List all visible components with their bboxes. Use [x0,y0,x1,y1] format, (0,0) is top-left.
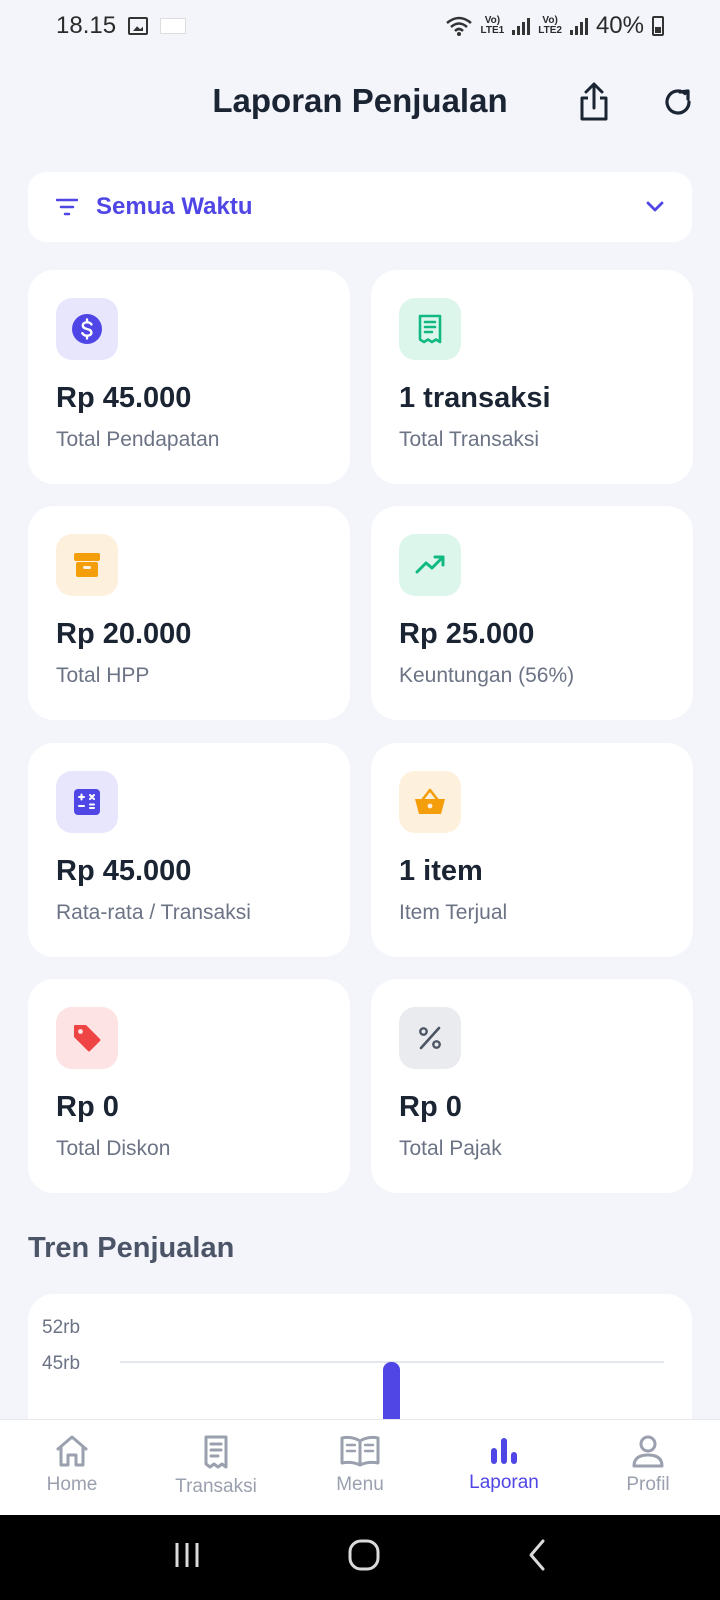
card-label: Total Pendapatan [56,428,220,451]
status-bar: 18.15 Vo) LTE1 Vo) LTE2 40% [0,0,720,52]
archive-icon [74,553,100,577]
card-label: Keuntungan (56%) [399,664,575,687]
y-tick-label: 52rb [42,1317,80,1338]
trend-section-title: Tren Penjualan [28,1232,235,1264]
tag-icon-box [56,1007,118,1069]
card-value: Rp 20.000 [56,618,192,650]
card-value: Rp 0 [399,1091,462,1123]
home-circle-icon [348,1539,380,1571]
card-label: Item Terjual [399,901,508,924]
sim1-network: Vo) LTE1 [480,15,505,36]
card-value: Rp 45.000 [56,855,192,887]
user-icon [632,1435,664,1468]
status-left: 18.15 [56,12,187,40]
card-value: Rp 0 [56,1091,119,1123]
home-icon [56,1435,88,1467]
card-label: Total Diskon [56,1137,171,1160]
card-rata-rata: Rp 45.000 Rata-rata / Transaksi [28,743,350,957]
receipt-icon-box [399,298,461,360]
share-button[interactable] [572,80,616,124]
card-value: Rp 25.000 [399,618,535,650]
system-home-button[interactable] [347,1538,381,1577]
refresh-button[interactable] [656,80,700,124]
dollar-icon-box [56,298,118,360]
card-label: Total Transaksi [399,428,540,451]
card-total-hpp: Rp 20.000 Total HPP [28,506,350,720]
archive-icon-box [56,534,118,596]
nav-item-home[interactable]: Home [0,1420,144,1515]
nav-item-laporan[interactable]: Laporan [432,1420,576,1515]
battery-level: 40% [595,12,644,39]
nav-item-transaksi[interactable]: Transaksi [144,1420,288,1515]
nav-item-profil[interactable]: Profil [576,1420,720,1515]
card-label: Rata-rata / Transaksi [56,901,251,924]
recents-icon [175,1543,199,1567]
sim2-network: Vo) LTE2 [538,15,562,36]
back-icon [529,1539,545,1571]
card-total-diskon: Rp 0 Total Diskon [28,979,350,1193]
card-label: Total Pajak [399,1137,502,1160]
basket-icon [415,788,445,814]
card-keuntungan: Rp 25.000 Keuntungan (56%) [371,506,693,720]
nav-label: Laporan [469,1472,539,1493]
battery-icon [652,16,664,36]
nav-label: Home [46,1474,98,1495]
filter-label: Semua Waktu [96,193,253,220]
calculator-icon-box [56,771,118,833]
basket-icon-box [399,771,461,833]
nav-label: Profil [626,1474,670,1495]
status-time: 18.15 [56,12,117,39]
refresh-icon [665,89,691,115]
system-navigation-bar [0,1515,720,1600]
y-tick-label: 45rb [42,1353,80,1374]
percent-icon-box [399,1007,461,1069]
receipt-icon [204,1435,228,1469]
receipt-icon [418,314,442,344]
nav-item-menu[interactable]: Menu [288,1420,432,1515]
card-total-pendapatan: Rp 45.000 Total Pendapatan [28,270,350,484]
card-value: 1 transaksi [399,382,551,414]
tag-icon [74,1025,101,1052]
gallery-notification-icon [128,17,149,35]
card-total-pajak: Rp 0 Total Pajak [371,979,693,1193]
nav-label: Menu [336,1474,384,1495]
status-right: Vo) LTE1 Vo) LTE2 40% [445,12,664,40]
filter-icon [56,198,78,216]
system-back-button[interactable] [526,1538,548,1577]
app-notification-icon [160,18,187,34]
book-icon [340,1435,380,1467]
time-filter-dropdown[interactable]: Semua Waktu [28,172,692,242]
trending-up-icon [415,555,445,574]
dollar-icon [72,314,102,344]
app-header: Laporan Penjualan [0,68,720,138]
card-value: Rp 45.000 [56,382,192,414]
card-label: Total HPP [56,664,150,687]
calculator-icon [74,789,100,815]
nav-label: Transaksi [175,1476,257,1497]
card-item-terjual: 1 item Item Terjual [371,743,693,957]
bottom-navigation: Home Transaksi Menu Laporan Profil [0,1419,720,1515]
card-value: 1 item [399,855,483,887]
trending-up-icon-box [399,534,461,596]
share-icon [580,82,608,121]
wifi-icon [445,16,472,36]
bar-chart-icon [491,1438,517,1464]
sim2-signal-icon [569,17,588,35]
card-total-transaksi: 1 transaksi Total Transaksi [371,270,693,484]
recents-button[interactable] [172,1540,202,1575]
percent-icon [419,1026,441,1050]
sim1-signal-icon [512,17,531,35]
chevron-down-icon [646,201,664,212]
